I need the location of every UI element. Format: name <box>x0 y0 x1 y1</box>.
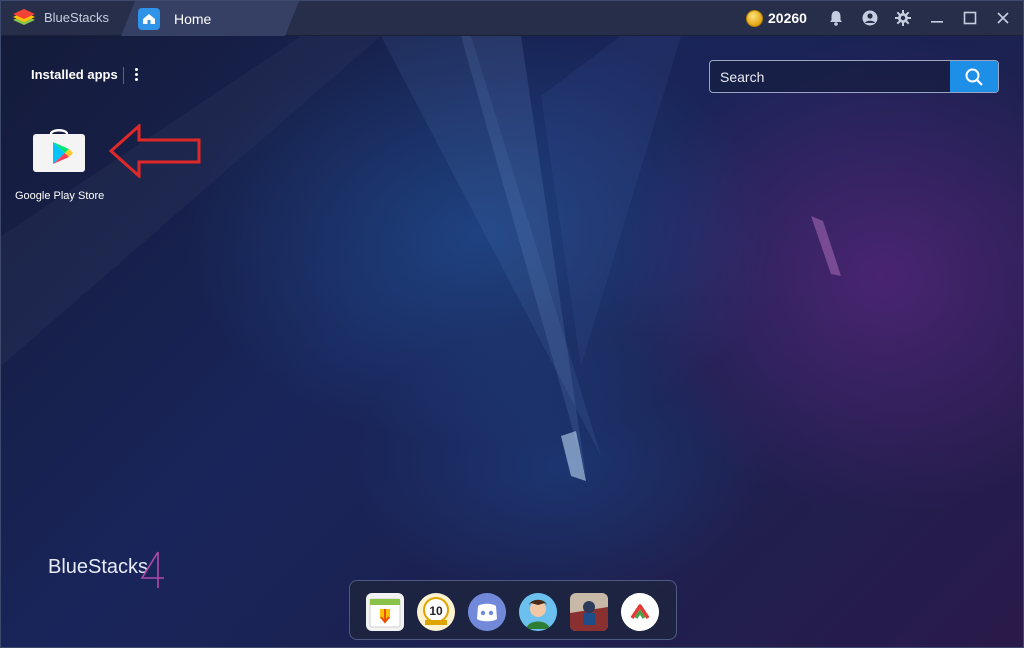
app-center-icon[interactable] <box>366 593 404 631</box>
discord-icon[interactable] <box>468 593 506 631</box>
title-bar: BlueStacks Home 20260 <box>1 1 1023 36</box>
search-button[interactable] <box>950 61 998 92</box>
camo-a-icon[interactable] <box>621 593 659 631</box>
search-input[interactable] <box>710 61 950 92</box>
search-icon <box>965 68 983 86</box>
bluestacks-logo-icon <box>13 9 35 25</box>
bell-icon[interactable] <box>827 9 845 27</box>
svg-text:10: 10 <box>429 604 443 618</box>
coin-icon[interactable] <box>746 10 763 27</box>
app-dock: 10 <box>349 580 677 640</box>
coin-count[interactable]: 20260 <box>768 10 807 26</box>
bluestacks-watermark: BlueStacks <box>48 556 149 578</box>
game-character-icon[interactable] <box>519 593 557 631</box>
tab-label: Home <box>174 11 212 27</box>
home-icon <box>138 8 160 30</box>
bluestacks-window: BlueStacks Home 20260 Installed apps Sea… <box>0 0 1024 648</box>
search-box <box>709 60 999 93</box>
play-store-icon <box>33 129 85 172</box>
game-art-icon[interactable] <box>570 593 608 631</box>
bluestacks-4-logo-icon <box>140 551 164 588</box>
more-options-icon[interactable] <box>131 67 141 83</box>
installed-apps-label: Installed apps <box>31 67 118 82</box>
maximize-icon[interactable] <box>961 9 979 27</box>
home-screen: Installed apps Google Play Store <box>1 36 1023 647</box>
app-title: BlueStacks <box>44 10 110 25</box>
app-google-play-store[interactable]: Google Play Store <box>11 118 107 204</box>
settings-gear-icon[interactable] <box>894 9 912 27</box>
separator <box>123 67 124 84</box>
minimize-icon[interactable] <box>928 9 946 27</box>
app-branding: BlueStacks <box>1 1 133 36</box>
profile-icon[interactable] <box>861 9 879 27</box>
anniversary-10-icon[interactable]: 10 <box>417 593 455 631</box>
close-icon[interactable] <box>994 9 1012 27</box>
red-arrow-annotation <box>109 124 201 178</box>
app-name: Google Play Store <box>15 190 105 202</box>
tab-home[interactable]: Home <box>121 1 299 36</box>
